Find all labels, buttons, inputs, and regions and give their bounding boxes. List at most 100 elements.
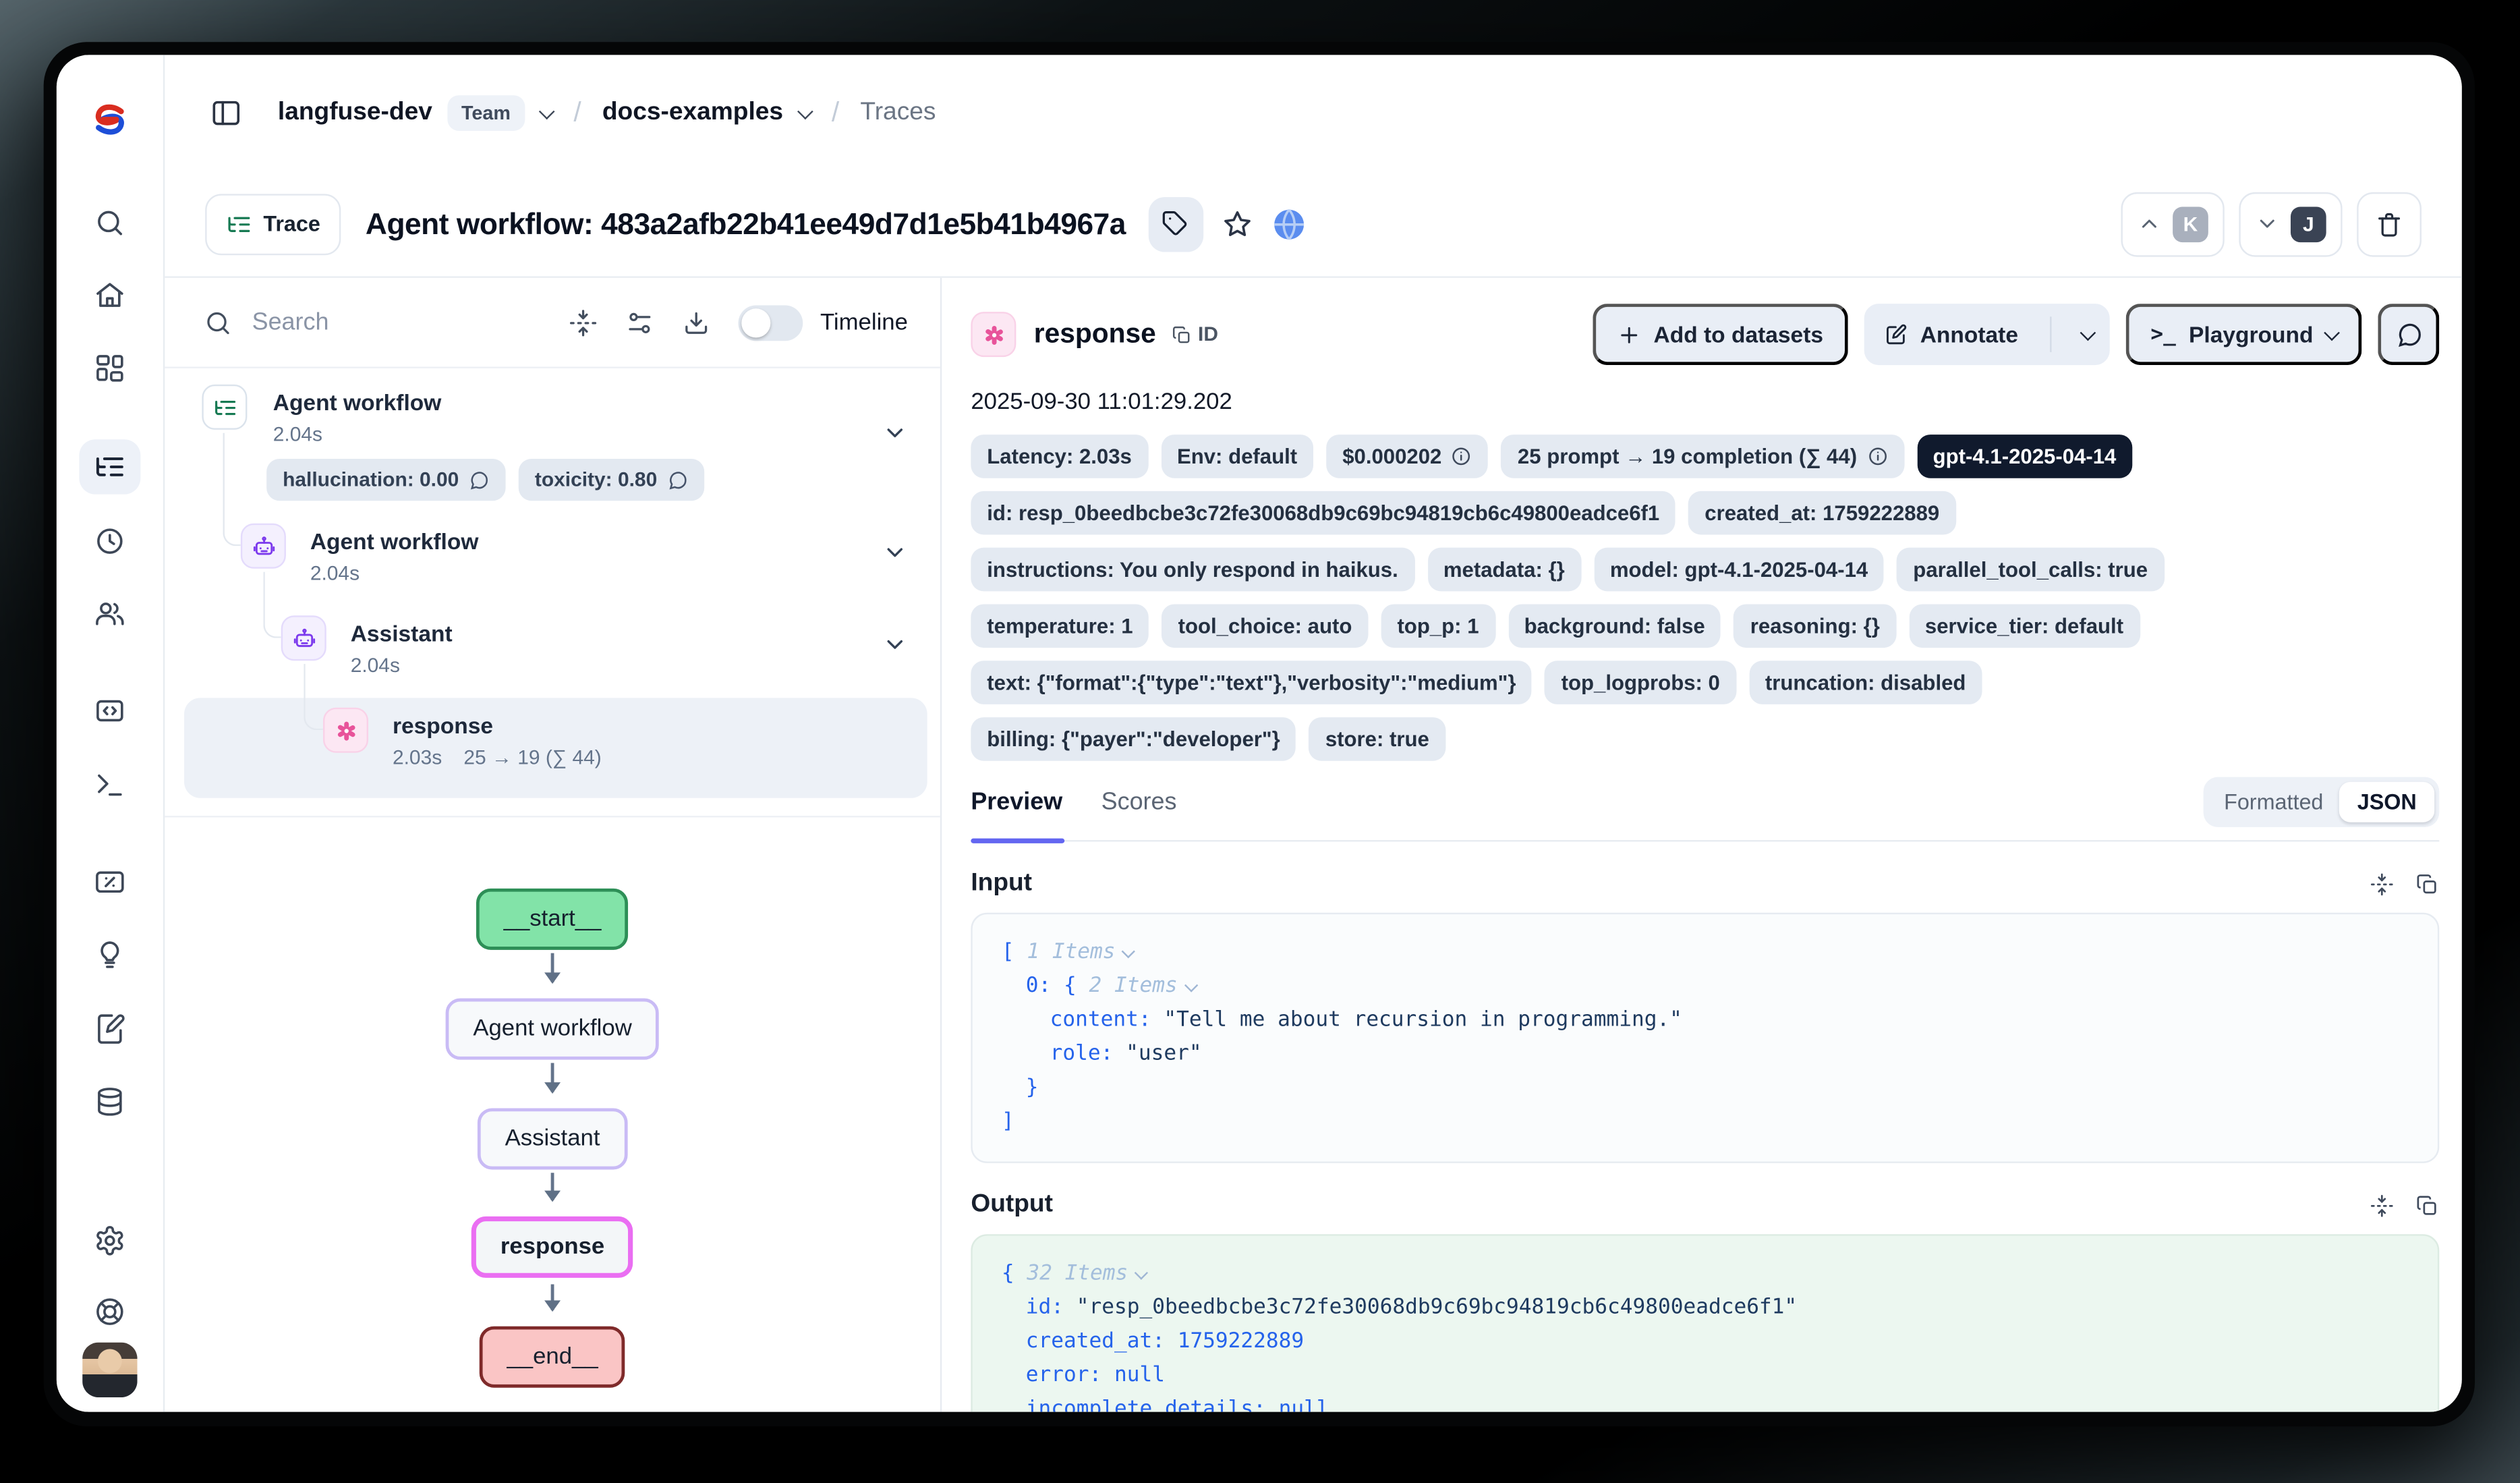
- sidebar-item-home[interactable]: [79, 268, 140, 323]
- openai-node-icon: [323, 708, 368, 753]
- score-chip-toxicity[interactable]: toxicity: 0.80: [519, 459, 704, 501]
- tokens-chip[interactable]: 25 prompt → 19 completion (∑ 44): [1501, 435, 1904, 478]
- sidebar-item-annotation[interactable]: [79, 1001, 140, 1056]
- json-items-count[interactable]: 2 Items: [1089, 974, 1177, 999]
- chevron-up-icon: [2137, 212, 2161, 236]
- breadcrumb: langfuse-dev Team / docs-examples / Trac…: [165, 55, 2462, 171]
- sidebar-item-insights[interactable]: [79, 927, 140, 982]
- metadata-chip-row: billing: {"payer":"developer"} store: tr…: [971, 717, 2439, 761]
- add-to-datasets-label: Add to datasets: [1654, 321, 1824, 347]
- json-string-value: "Tell me about recursion in programming.…: [1164, 1008, 1682, 1032]
- parallel-tool-calls-chip: parallel_tool_calls: true: [1897, 548, 2164, 592]
- sidebar-item-evaluators[interactable]: [79, 855, 140, 910]
- json-punct: {: [1002, 1262, 1014, 1286]
- tree-row-assistant[interactable]: Assistant: [351, 620, 453, 646]
- org-chevron-down-icon[interactable]: [541, 107, 552, 119]
- public-share-button[interactable]: [1271, 206, 1307, 242]
- add-to-datasets-button[interactable]: Add to datasets: [1593, 304, 1848, 365]
- project-chevron-down-icon[interactable]: [799, 107, 811, 119]
- delete-trace-button[interactable]: [2357, 192, 2422, 256]
- collapse-root-chevron-icon[interactable]: [882, 420, 908, 454]
- breadcrumb-page[interactable]: Traces: [860, 99, 936, 128]
- content-area: Timeline Agent workflow 2.04s: [165, 278, 2462, 1412]
- collapse-all-button[interactable]: [568, 308, 597, 337]
- input-json-viewer[interactable]: [ 1 Items 0: { 2 Items content: "Tell me…: [971, 913, 2439, 1163]
- breadcrumb-project[interactable]: docs-examples: [602, 99, 783, 128]
- fold-vertical-icon[interactable]: [2370, 1193, 2394, 1217]
- window-frame: langfuse-dev Team / docs-examples / Trac…: [44, 42, 2475, 1426]
- annotate-button[interactable]: Annotate: [1864, 304, 2038, 365]
- trace-title-bar: Trace Agent workflow: 483a2afb22b41ee49d…: [165, 171, 2462, 278]
- json-option[interactable]: JSON: [2339, 782, 2434, 822]
- sidebar-item-datasets[interactable]: [79, 1074, 140, 1129]
- graph-node-end[interactable]: __end__: [480, 1326, 626, 1388]
- bookmark-star-button[interactable]: [1221, 208, 1253, 240]
- sidebar-item-users[interactable]: [79, 586, 140, 641]
- sidebar-item-search[interactable]: [79, 196, 140, 250]
- breadcrumb-separator: /: [832, 97, 839, 130]
- sidebar-item-prompts[interactable]: [79, 683, 140, 738]
- info-icon: [1452, 446, 1472, 467]
- tree-settings-button[interactable]: [625, 308, 654, 337]
- graph-edge: [551, 1284, 554, 1310]
- langfuse-app-window: langfuse-dev Team / docs-examples / Trac…: [57, 55, 2462, 1411]
- view-format-toggle: Formatted JSON: [2203, 777, 2439, 827]
- tree-row-root[interactable]: Agent workflow: [273, 389, 442, 415]
- json-string-value: "user": [1126, 1042, 1201, 1066]
- graph-node-response[interactable]: response: [471, 1216, 634, 1278]
- user-avatar[interactable]: [82, 1343, 137, 1397]
- input-label: Input: [971, 869, 1032, 898]
- next-trace-button[interactable]: J: [2239, 192, 2342, 256]
- copy-icon[interactable]: [2415, 872, 2439, 896]
- chevron-down-icon: [1185, 978, 1198, 990]
- sidebar-item-support[interactable]: [79, 1284, 140, 1339]
- json-items-count[interactable]: 1 Items: [1027, 940, 1115, 964]
- breadcrumb-org[interactable]: langfuse-dev: [278, 99, 432, 128]
- tree-row-response[interactable]: response: [393, 712, 493, 738]
- graph-node-assistant[interactable]: Assistant: [478, 1108, 627, 1169]
- json-string-value: "resp_0beedbcbe3c72fe30068db9c69bc94819c…: [1077, 1295, 1797, 1320]
- formatted-option[interactable]: Formatted: [2208, 782, 2339, 822]
- graph-node-workflow[interactable]: Agent workflow: [446, 999, 660, 1060]
- model-chip[interactable]: gpt-4.1-2025-04-14: [1917, 435, 2133, 478]
- metadata-chip: metadata: {}: [1427, 548, 1581, 592]
- json-punct: ]: [1002, 1110, 1014, 1134]
- download-button[interactable]: [681, 308, 710, 337]
- fold-vertical-icon[interactable]: [2370, 872, 2394, 896]
- score-chip-hallucination[interactable]: hallucination: 0.00: [266, 459, 506, 501]
- json-key: id:: [1026, 1295, 1064, 1320]
- panel-toggle-icon[interactable]: [210, 97, 242, 130]
- json-items-count[interactable]: 32 Items: [1027, 1262, 1128, 1286]
- tree-connector: [223, 433, 240, 547]
- collapse-assistant-chevron-icon[interactable]: [882, 632, 908, 665]
- cost-chip[interactable]: $0.000202: [1326, 435, 1489, 478]
- tree-row-span[interactable]: Agent workflow: [310, 528, 479, 554]
- tab-scores[interactable]: Scores: [1101, 783, 1177, 816]
- prev-trace-button[interactable]: K: [2121, 192, 2225, 256]
- sidebar-item-settings[interactable]: [79, 1213, 140, 1268]
- sidebar-item-playground[interactable]: [79, 758, 140, 812]
- sidebar-item-traces[interactable]: [79, 439, 140, 494]
- tab-preview[interactable]: Preview: [971, 783, 1062, 816]
- search-input[interactable]: [252, 308, 430, 336]
- active-tab-underline: [971, 837, 1064, 843]
- playground-button[interactable]: >_ Playground: [2126, 304, 2361, 365]
- timeline-toggle[interactable]: [738, 304, 803, 340]
- output-json-viewer[interactable]: { 32 Items id: "resp_0beedbcbe3c72fe3006…: [971, 1234, 2439, 1411]
- info-icon: [1866, 446, 1887, 467]
- sidebar-item-dashboards[interactable]: [79, 341, 140, 395]
- model-kv-chip: model: gpt-4.1-2025-04-14: [1594, 548, 1884, 592]
- annotate-dropdown-button[interactable]: [2065, 304, 2110, 365]
- score-chip-label: hallucination: 0.00: [283, 468, 459, 491]
- copy-icon[interactable]: [2415, 1193, 2439, 1217]
- temperature-chip: temperature: 1: [971, 604, 1149, 648]
- graph-node-start[interactable]: __start__: [476, 889, 629, 950]
- sidebar-item-sessions[interactable]: [79, 513, 140, 568]
- collapse-span-chevron-icon[interactable]: [882, 540, 908, 573]
- trash-icon: [2375, 209, 2404, 238]
- tag-button[interactable]: [1149, 196, 1203, 251]
- detail-tabs: Preview Scores Formatted JSON: [971, 783, 2439, 841]
- copy-id-button[interactable]: ID: [1170, 323, 1218, 346]
- cost-value: $0.000202: [1342, 444, 1441, 468]
- comments-button[interactable]: [2378, 304, 2439, 365]
